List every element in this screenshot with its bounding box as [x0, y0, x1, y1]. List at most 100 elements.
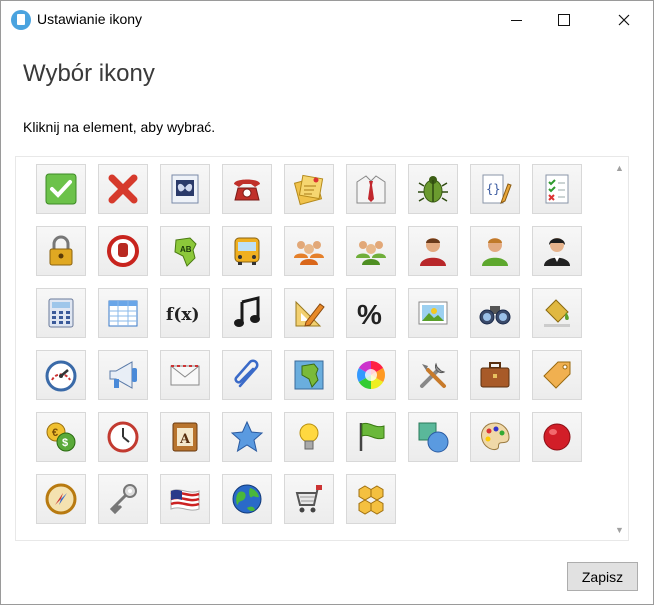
shirt-tie-icon	[356, 175, 386, 204]
svg-text:%: %	[357, 299, 382, 330]
icon-cell-lightbulb[interactable]	[284, 412, 334, 462]
icon-list[interactable]: {} AB f(x) % € $ A ▲ ▼	[15, 156, 629, 541]
icon-grid: {} AB f(x) % € $ A	[36, 164, 582, 524]
icon-cell-telephone[interactable]	[222, 164, 272, 214]
maximize-button[interactable]	[541, 1, 587, 39]
maximize-icon	[558, 14, 570, 26]
ruler-pencil-icon	[295, 300, 325, 327]
icon-cell-globe[interactable]	[222, 474, 272, 524]
dialog-window: Ustawianie ikony Wybór ikony Kliknij na …	[0, 0, 654, 605]
minimize-button[interactable]	[493, 1, 539, 39]
padlock-icon	[49, 235, 73, 266]
icon-cell-palette[interactable]	[470, 412, 520, 462]
icon-cell-tools[interactable]	[408, 350, 458, 400]
icon-cell-person-red[interactable]	[408, 226, 458, 276]
icon-cell-percent[interactable]: %	[346, 288, 396, 338]
icon-cell-cross[interactable]	[98, 164, 148, 214]
icon-cell-person-green[interactable]	[470, 226, 520, 276]
sticky-notes-icon	[293, 174, 324, 206]
instruction-text: Kliknij na element, aby wybrać.	[23, 119, 216, 135]
vertical-scrollbar[interactable]: ▲ ▼	[611, 157, 628, 540]
paint-bucket-icon	[544, 299, 570, 327]
icon-cell-red-ball[interactable]	[532, 412, 582, 462]
cross-icon	[108, 174, 138, 204]
icon-cell-group-green[interactable]	[346, 226, 396, 276]
icon-cell-sticky-notes[interactable]	[284, 164, 334, 214]
app-icon	[11, 10, 31, 30]
icon-cell-person-woman[interactable]	[532, 226, 582, 276]
speedometer-icon	[45, 360, 77, 392]
icon-cell-briefcase[interactable]	[470, 350, 520, 400]
icon-cell-checklist[interactable]	[532, 164, 582, 214]
icon-cell-ruler-pencil[interactable]	[284, 288, 334, 338]
africa-map-icon	[294, 360, 324, 390]
icon-cell-table[interactable]	[98, 288, 148, 338]
code-file-pencil-icon: {}	[482, 174, 512, 204]
icon-cell-address-book[interactable]: A	[160, 412, 210, 462]
icon-cell-binoculars[interactable]	[470, 288, 520, 338]
binoculars-icon	[479, 306, 511, 325]
icon-cell-calculator[interactable]	[36, 288, 86, 338]
envelope-icon	[170, 365, 200, 386]
icon-cell-flag[interactable]	[346, 412, 396, 462]
flag-icon	[359, 422, 385, 451]
us-flag-icon	[170, 489, 200, 511]
icon-cell-honeycomb[interactable]	[346, 474, 396, 524]
currency-coins-icon: €$	[46, 422, 76, 452]
save-button[interactable]: Zapisz	[567, 562, 638, 591]
icon-cell-checkmark[interactable]	[36, 164, 86, 214]
scroll-up-arrow-icon[interactable]: ▲	[611, 159, 628, 176]
palette-icon	[481, 422, 510, 450]
icon-cell-function[interactable]: f(x)	[160, 288, 210, 338]
icon-cell-envelope[interactable]	[160, 350, 210, 400]
table-grid-icon	[108, 300, 138, 327]
icon-cell-landscape[interactable]	[408, 288, 458, 338]
group-orange-icon	[294, 241, 324, 265]
icon-cell-star[interactable]	[222, 412, 272, 462]
icon-cell-shirt-tie[interactable]	[346, 164, 396, 214]
compass-icon	[45, 483, 77, 515]
title-bar: Ustawianie ikony	[1, 1, 653, 39]
icon-cell-us-flag[interactable]	[160, 474, 210, 524]
icon-cell-bus[interactable]	[222, 226, 272, 276]
icon-cell-group-orange[interactable]	[284, 226, 334, 276]
telephone-icon	[234, 179, 260, 201]
globe-icon	[232, 484, 262, 514]
star-icon	[230, 420, 264, 453]
icon-cell-paint-bucket[interactable]	[532, 288, 582, 338]
address-book-icon: A	[172, 422, 198, 452]
icon-cell-africa-ab[interactable]: AB	[160, 226, 210, 276]
calculator-icon	[48, 298, 74, 328]
icon-cell-keys[interactable]	[98, 474, 148, 524]
close-button[interactable]	[601, 1, 647, 39]
svg-text:A: A	[179, 432, 191, 447]
price-tag-icon	[543, 361, 571, 389]
africa-map-ab-icon: AB	[174, 237, 197, 267]
scroll-down-arrow-icon[interactable]: ▼	[611, 521, 628, 538]
icon-cell-megaphone[interactable]	[98, 350, 148, 400]
tools-icon	[420, 362, 446, 388]
bus-icon	[234, 237, 260, 265]
icon-cell-butterfly-document[interactable]	[160, 164, 210, 214]
icon-cell-stop-hand[interactable]	[98, 226, 148, 276]
icon-cell-speedometer[interactable]	[36, 350, 86, 400]
svg-text:€: €	[52, 427, 58, 439]
icon-cell-africa-map[interactable]	[284, 350, 334, 400]
icon-cell-clock[interactable]	[98, 412, 148, 462]
briefcase-icon	[480, 362, 510, 388]
icon-cell-currency[interactable]: € $	[36, 412, 86, 462]
icon-cell-color-wheel[interactable]	[346, 350, 396, 400]
shopping-cart-icon	[295, 485, 322, 513]
clock-icon	[107, 421, 139, 453]
icon-cell-code-file[interactable]: {}	[470, 164, 520, 214]
icon-cell-shapes[interactable]	[408, 412, 458, 462]
icon-cell-bug[interactable]	[408, 164, 458, 214]
person-green-icon	[482, 238, 508, 266]
icon-cell-music-note[interactable]	[222, 288, 272, 338]
icon-cell-padlock[interactable]	[36, 226, 86, 276]
icon-cell-price-tag[interactable]	[532, 350, 582, 400]
icon-cell-shopping-cart[interactable]	[284, 474, 334, 524]
bug-icon	[418, 176, 448, 203]
icon-cell-paperclip[interactable]	[222, 350, 272, 400]
icon-cell-compass[interactable]	[36, 474, 86, 524]
